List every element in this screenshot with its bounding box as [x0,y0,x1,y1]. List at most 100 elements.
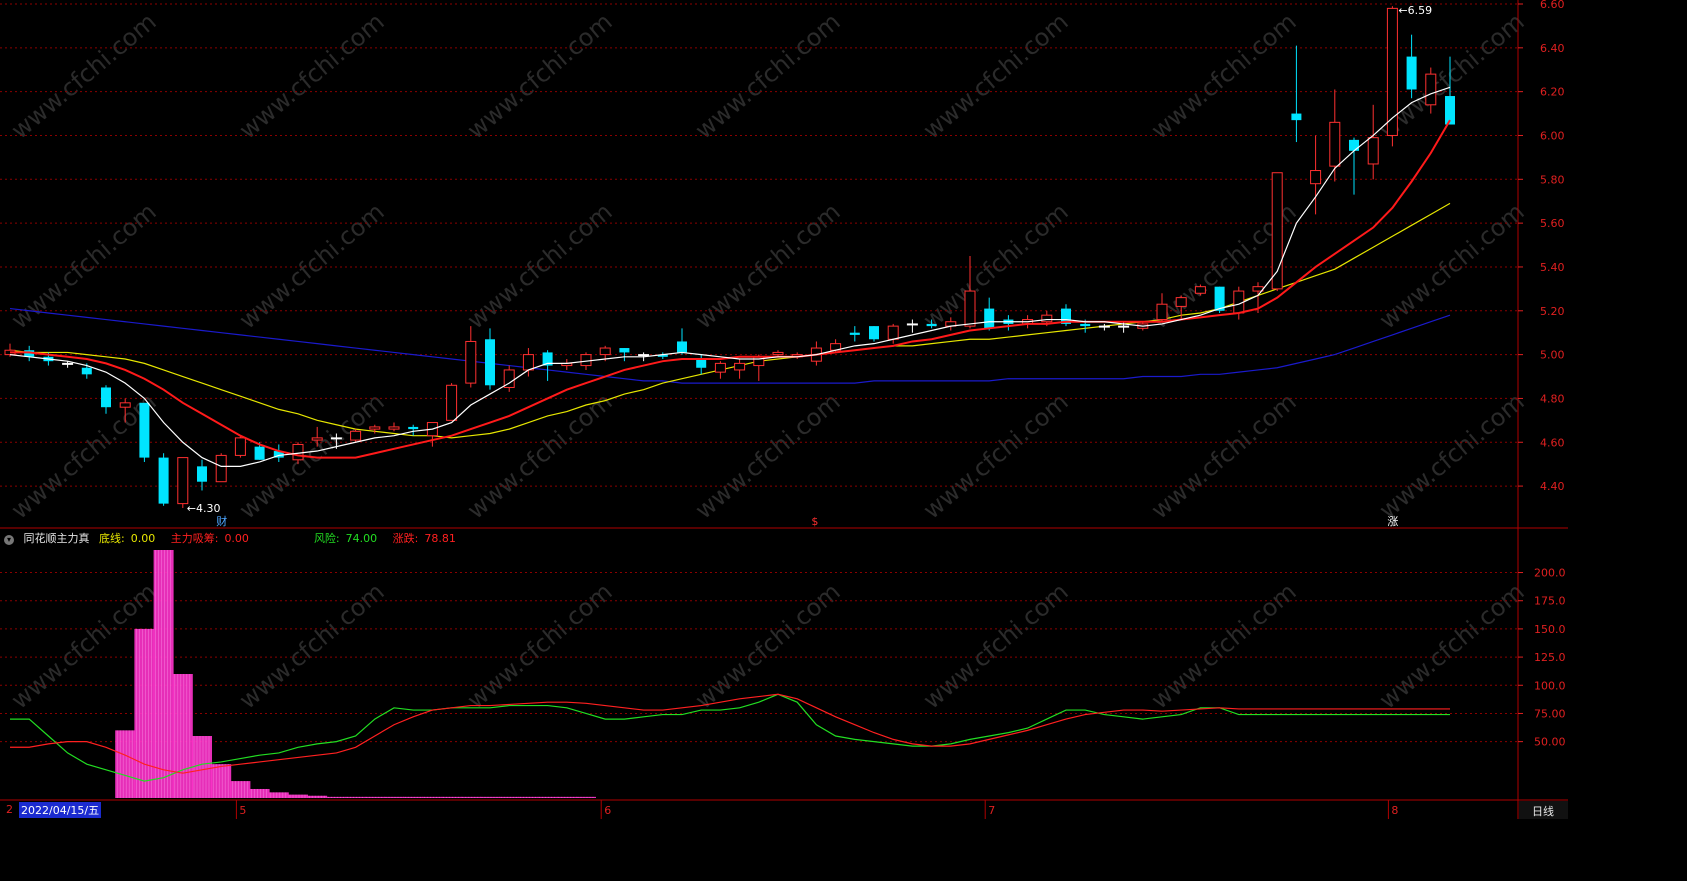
candle-body [119,402,131,408]
watermark-text: www.cfchi.com [1146,387,1302,524]
candle-body [292,443,304,461]
candle-body [139,402,150,458]
indicator-tick-label: 150.0 [1534,623,1566,636]
candle-body [369,426,381,430]
candle-body [254,446,265,460]
field-fengxian: 风险: 74.00 [313,532,378,545]
price-tick-label: 6.60 [1540,0,1565,11]
candle-body [1098,325,1110,328]
watermark-text: www.cfchi.com [462,577,618,714]
candle-body [619,348,630,353]
candle-body [887,325,899,340]
watermark-text: www.cfchi.com [690,197,846,334]
watermark-text: www.cfchi.com [234,197,390,334]
field-dixian: 底线: 0.00 [99,532,156,545]
field-zhangdie: 涨跌: 78.81 [392,532,456,545]
candle-body [81,367,92,375]
event-marker: 财 [216,514,227,528]
candle-body [330,437,342,440]
candle-body [485,339,495,386]
watermark-text: www.cfchi.com [462,387,618,524]
watermark-text: www.cfchi.com [918,577,1074,714]
price-tick-label: 4.40 [1540,480,1565,493]
candle-body [215,454,227,483]
watermark-text: www.cfchi.com [690,577,846,714]
price-tick-label: 5.60 [1540,217,1565,230]
watermark-text: www.cfchi.com [6,197,162,334]
price-tick-label: 6.20 [1540,86,1565,99]
watermark-text: www.cfchi.com [918,7,1074,144]
candle-body [158,457,169,504]
watermark-text: www.cfchi.com [1374,197,1530,334]
watermark-text: www.cfchi.com [462,197,618,334]
candle-body [677,341,687,353]
candle-body [101,387,111,408]
chart-canvas: www.cfchi.com www.cfchi.com www.cfchi.com w… [0,0,1568,819]
chevron-down-icon[interactable]: ▾ [4,535,14,545]
price-tick-label: 5.40 [1540,261,1565,274]
watermark-text: www.cfchi.com [462,7,618,144]
high-price-label: ←6.59 [1398,4,1432,17]
candle-body [906,323,918,326]
month-label: 8 [1391,804,1398,817]
candle-body [926,323,937,327]
watermark-text: www.cfchi.com [6,7,162,144]
time-axis-left-stub: 2 [6,803,13,816]
low-price-label: ←4.30 [187,502,221,515]
indicator-name[interactable]: 同花顺主力真 [24,532,90,545]
candle-body [1214,286,1225,311]
candle-body [1291,113,1302,121]
candle-body [696,358,707,368]
price-tick-label: 5.20 [1540,305,1565,318]
candle-body [964,290,976,327]
candle-body [522,354,534,371]
candle-body [772,351,784,356]
watermark-text: www.cfchi.com [690,7,846,144]
watermark-text: www.cfchi.com [690,387,846,524]
indicator-tick-label: 75.00 [1534,707,1566,720]
candle-body [714,362,726,373]
candle-body [465,340,477,384]
indicator-header: ▾ 同花顺主力真 底线: 0.00 主力吸筹: 0.00 风险: 74.00 涨跌: 7… [4,530,468,546]
period-label[interactable]: 日线 [1532,803,1554,819]
ma5-line [9,86,1451,467]
candle-body [311,437,323,441]
candle-body [1194,286,1206,294]
price-tick-label: 5.00 [1540,349,1565,362]
price-tick-label: 4.80 [1540,392,1565,405]
candle-body [1041,314,1053,323]
candle-body [849,332,860,335]
candle-body [197,466,207,482]
indicator-tick-label: 175.0 [1534,595,1566,608]
cursor-date: 2022/04/15/五 [19,802,102,818]
candle-body [580,354,592,367]
indicator-tick-label: 125.0 [1534,651,1566,664]
watermark-text: www.cfchi.com [1374,387,1530,524]
candle-body [984,308,995,329]
event-marker: 涨 [1387,515,1398,528]
candle-body [1367,137,1379,165]
candle-body [234,437,246,456]
candle-body [177,457,189,505]
watermark-text: www.cfchi.com [234,7,390,144]
month-label: 6 [604,804,611,817]
candle-body [599,347,611,356]
price-tick-label: 6.40 [1540,42,1565,55]
watermark-text: www.cfchi.com [1374,577,1530,714]
candle-body [1349,139,1359,151]
price-tick-label: 6.00 [1540,129,1565,142]
candle-body [350,430,362,441]
price-tick-label: 5.80 [1540,173,1565,186]
price-tick-label: 4.60 [1540,436,1565,449]
field-zhuli: 主力吸筹: 0.00 [170,532,249,545]
candle-body [1175,297,1187,307]
month-label: 5 [239,804,246,817]
candle-body [408,426,419,430]
watermark-text: www.cfchi.com [1146,577,1302,714]
candle-body [1118,325,1130,328]
candle-body [1080,323,1091,327]
candle-body [1329,121,1341,167]
candle-body [1310,170,1322,185]
candle-body [388,426,400,430]
candle-body [734,362,746,371]
